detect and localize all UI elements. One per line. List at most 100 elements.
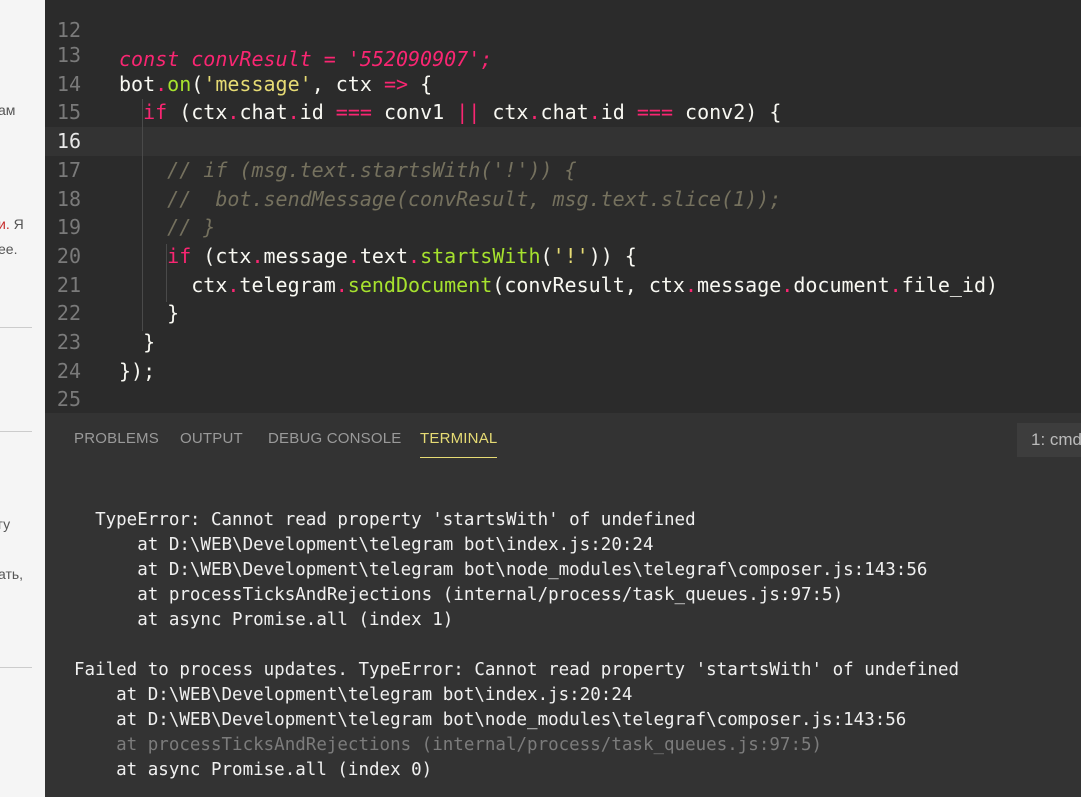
code-text: });: [119, 357, 155, 386]
code-token: .: [287, 100, 300, 125]
code-token: // bot.sendMessage(convResult, msg.text.…: [119, 186, 782, 211]
code-token: .: [408, 243, 421, 268]
code-line: 23 }: [45, 328, 1081, 357]
code-token: file_id): [901, 272, 999, 297]
code-text: }: [119, 328, 155, 357]
code-token: (convResult, ctx: [492, 272, 685, 297]
code-token: (ctx: [167, 100, 228, 125]
divider: [0, 431, 32, 432]
code-token: if: [167, 243, 192, 268]
code-token: telegram: [239, 272, 336, 297]
code-token: .: [347, 243, 360, 268]
code-token: }: [119, 330, 156, 354]
code-text: bot.on('message', ctx => {: [119, 70, 432, 99]
code-token: .: [155, 71, 168, 96]
line-number: 15: [56, 100, 81, 125]
code-token: ===: [636, 100, 673, 125]
code-editor[interactable]: 12 const convResult = '552090907'; 13 14 b…: [45, 0, 1081, 413]
indent-guide: [166, 244, 167, 302]
code-token: id: [299, 100, 336, 125]
code-token: }: [119, 301, 180, 326]
code-token: (ctx: [191, 243, 252, 268]
code-token: startsWith: [420, 243, 541, 268]
divider: [0, 327, 32, 328]
code-text: }: [119, 299, 179, 328]
code-token: .: [684, 272, 697, 297]
background-text-fragment: гу: [0, 516, 11, 532]
code-token: .: [781, 272, 794, 297]
terminal-line: at D:\WEB\Development\telegram bot\index…: [74, 535, 654, 555]
code-line: 22 }: [45, 299, 1081, 328]
code-token: 'message': [203, 71, 312, 96]
code-token: )) {: [588, 243, 637, 268]
code-token: chat: [239, 100, 288, 125]
code-line: 18 // bot.sendMessage(convResult, msg.te…: [45, 185, 1081, 214]
terminal-line: at processTicksAndRejections (internal/p…: [74, 735, 823, 755]
terminal-line: at D:\WEB\Development\telegram bot\node_…: [74, 710, 907, 730]
background-text-fragment-rest: Я: [9, 216, 24, 232]
line-number: 17: [56, 157, 81, 182]
terminal-line: TypeError: Cannot read property 'startsW…: [74, 510, 696, 530]
code-line: 21 ctx.telegram.sendDocument(convResult,…: [45, 271, 1081, 300]
code-token: '!': [552, 243, 589, 268]
code-token: message: [697, 272, 782, 297]
code-token: on: [167, 71, 192, 96]
code-token: .: [227, 272, 240, 297]
background-text-fragment: и. Я: [0, 216, 24, 232]
indent-guide: [142, 99, 143, 331]
terminal-line: Failed to process updates. TypeError: Ca…: [74, 660, 960, 680]
bottom-panel: PROBLEMS OUTPUT DEBUG CONSOLE TERMINAL 1…: [45, 413, 1081, 797]
background-text-highlight: и.: [0, 216, 10, 232]
code-token: conv2) {: [673, 100, 782, 125]
code-token: (: [191, 71, 204, 96]
code-token: ctx: [480, 100, 529, 125]
code-token: =>: [383, 71, 409, 96]
code-token: .: [227, 100, 240, 125]
terminal-line: at D:\WEB\Development\telegram bot\node_…: [74, 560, 928, 580]
code-token: , ctx: [311, 71, 384, 96]
line-number: 14: [56, 71, 81, 96]
code-token: conv1: [371, 100, 457, 125]
code-token: .: [889, 272, 902, 297]
code-text: if (ctx.message.text.startsWith('!')) {: [119, 242, 637, 271]
background-text-fragment: ам: [0, 102, 16, 118]
code-token: // }: [119, 215, 216, 240]
code-line: 16: [45, 127, 1081, 157]
code-token: .: [251, 243, 264, 268]
line-number: 18: [56, 186, 81, 211]
line-number: 25: [56, 387, 81, 412]
line-number: 13: [56, 43, 81, 67]
line-number: 23: [56, 330, 81, 354]
code-token: {: [408, 71, 433, 96]
line-number: 19: [56, 215, 81, 240]
code-token: (: [540, 243, 553, 268]
code-text: // bot.sendMessage(convResult, msg.text.…: [119, 185, 781, 214]
background-text-fragment: ее.: [0, 241, 18, 257]
line-number: 21: [56, 272, 81, 297]
background-text-fragment: ать,: [0, 566, 24, 582]
code-token: sendDocument: [347, 272, 493, 297]
code-token: ||: [456, 100, 481, 125]
terminal-line: at processTicksAndRejections (internal/p…: [74, 585, 844, 605]
code-token: .: [588, 100, 601, 125]
line-number: 20: [56, 243, 81, 268]
code-line: 13: [45, 41, 1081, 70]
divider: [0, 667, 32, 668]
code-line: 17 // if (msg.text.startsWith('!')) {: [45, 156, 1081, 185]
terminal-output[interactable]: TypeError: Cannot read property 'startsW…: [45, 413, 1081, 797]
code-token: if: [143, 100, 168, 125]
terminal-line: at D:\WEB\Development\telegram bot\index…: [74, 685, 633, 705]
terminal-line: at async Promise.all (index 1): [74, 610, 454, 630]
code-line: 14 bot.on('message', ctx => {: [45, 70, 1081, 99]
code-text: if (ctx.chat.id === conv1 || ctx.chat.id…: [119, 98, 781, 127]
code-line: 20 if (ctx.message.text.startsWith('!'))…: [45, 242, 1081, 271]
code-line: 25: [45, 385, 1081, 413]
code-token: .: [528, 100, 541, 125]
background-page-strip: ам и. Я ее. гу ать,: [0, 0, 45, 797]
code-text: // }: [119, 213, 215, 242]
code-token: // if (msg.text.startsWith('!')) {: [119, 157, 577, 182]
code-token: id: [600, 100, 637, 125]
code-token: text: [359, 243, 409, 268]
